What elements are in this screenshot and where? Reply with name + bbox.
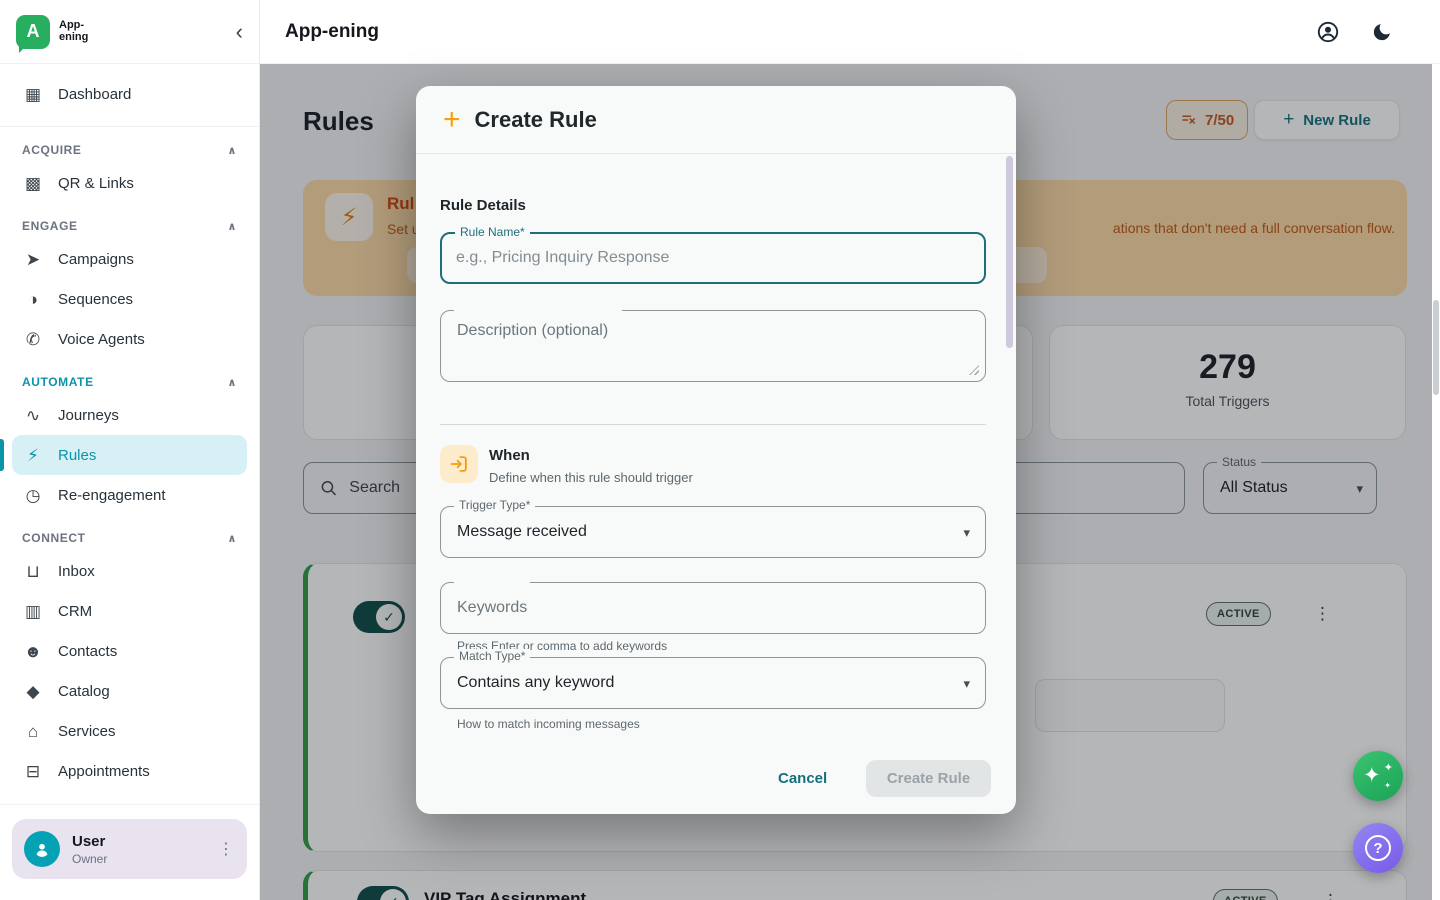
question-mark-icon: ? <box>1365 835 1391 861</box>
shopping-bag-icon: ◆ <box>22 683 44 700</box>
route-icon: ∿ <box>22 407 44 424</box>
enter-arrow-icon <box>448 453 470 475</box>
sparkle-icon: ✦ <box>1384 781 1391 790</box>
sparkle-icon: ✦ <box>1363 763 1381 788</box>
lightning-bolt-icon: ⚡ <box>22 447 44 464</box>
sidebar-item-contacts[interactable]: ☻ Contacts <box>12 631 247 671</box>
sidebar-item-campaigns[interactable]: ➤ Campaigns <box>12 239 247 279</box>
rule-name-input[interactable] <box>456 234 956 282</box>
chevron-down-icon: ▾ <box>963 676 970 692</box>
rule-details-heading: Rule Details <box>440 197 526 214</box>
app-logo-text: App- ening <box>59 20 88 43</box>
chevron-up-icon: ∧ <box>227 376 237 389</box>
account-circle-icon[interactable] <box>1316 20 1340 44</box>
page-app-title: App-ening <box>285 21 379 43</box>
sidebar-logo-row: A App- ening ‹ <box>0 0 259 64</box>
dashboard-icon: ▦ <box>22 86 44 103</box>
sidebar-item-inbox[interactable]: ⊔ Inbox <box>12 551 247 591</box>
sidebar-item-journeys[interactable]: ∿ Journeys <box>12 395 247 435</box>
description-field[interactable]: Description (optional) <box>440 310 986 382</box>
user-card[interactable]: User Owner ⋮ <box>12 819 247 879</box>
sidebar-section-engage[interactable]: ENGAGE ∧ <box>22 219 237 233</box>
sidebar-section-automate[interactable]: AUTOMATE ∧ <box>22 375 237 389</box>
dialog-header: + Create Rule <box>416 86 1016 154</box>
chevron-up-icon: ∧ <box>227 532 237 545</box>
sidebar-divider <box>0 126 259 127</box>
when-section-title: When <box>489 447 530 464</box>
help-fab[interactable]: ? <box>1353 823 1403 873</box>
sparkle-icon: ✦ <box>1384 761 1393 774</box>
kanban-icon: ▥ <box>22 603 44 620</box>
sidebar-section-connect[interactable]: CONNECT ∧ <box>22 531 237 545</box>
dialog-scrollbar-thumb[interactable] <box>1006 156 1013 348</box>
dialog-title: Create Rule <box>475 107 597 133</box>
rule-name-field[interactable]: Rule Name* <box>440 232 986 284</box>
inbox-icon: ⊔ <box>22 563 44 580</box>
user-avatar <box>24 831 60 867</box>
app-logo-icon[interactable]: A <box>16 15 50 49</box>
match-type-select[interactable]: Match Type* Contains any keyword ▾ <box>440 657 986 709</box>
plus-icon: + <box>443 105 461 135</box>
sidebar-item-catalog[interactable]: ◆ Catalog <box>12 671 247 711</box>
sequence-icon: ◑ <box>22 291 44 308</box>
user-name: User <box>72 833 107 850</box>
sidebar-item-services[interactable]: ⌂ Services <box>12 711 247 751</box>
top-header: App-ening <box>260 0 1440 64</box>
keywords-label: Keywords <box>457 599 527 617</box>
keywords-field[interactable]: Keywords <box>440 582 986 634</box>
cancel-button[interactable]: Cancel <box>762 762 843 795</box>
section-divider <box>440 424 986 425</box>
chevron-down-icon: ▾ <box>963 525 970 541</box>
chevron-up-icon: ∧ <box>227 144 237 157</box>
create-rule-dialog: + Create Rule Rule Details Rule Name* De… <box>416 86 1016 814</box>
user-menu-dots-icon[interactable]: ⋮ <box>218 839 235 859</box>
sidebar-item-dashboard[interactable]: ▦ Dashboard <box>12 74 247 114</box>
chevron-up-icon: ∧ <box>227 220 237 233</box>
trigger-type-label: Trigger Type* <box>454 498 535 514</box>
trigger-section-icon <box>440 445 478 483</box>
description-label: Description (optional) <box>457 322 608 340</box>
calendar-icon: ⊟ <box>22 763 44 780</box>
ai-assistant-fab[interactable]: ✦ ✦ ✦ <box>1353 751 1403 801</box>
match-type-helper-text: How to match incoming messages <box>457 717 640 731</box>
sidebar-item-label: Dashboard <box>58 86 131 103</box>
sidebar-collapse-icon[interactable]: ‹ <box>236 21 243 43</box>
trigger-type-select[interactable]: Trigger Type* Message received ▾ <box>440 506 986 558</box>
sidebar-footer: User Owner ⋮ <box>0 804 259 900</box>
phone-icon: ✆ <box>22 331 44 348</box>
sidebar-item-rules[interactable]: ⚡ Rules <box>12 435 247 475</box>
scrollbar-thumb[interactable] <box>1433 300 1439 395</box>
clock-icon: ◷ <box>22 487 44 504</box>
send-icon: ➤ <box>22 251 44 268</box>
storefront-icon: ⌂ <box>22 723 44 740</box>
sidebar-item-qr-links[interactable]: ▩ QR & Links <box>12 163 247 203</box>
user-meta: User Owner <box>72 833 107 866</box>
app-window: A App- ening ‹ ▦ Dashboard ACQUIRE ∧ ▩ Q… <box>0 0 1440 900</box>
sidebar-item-sequences[interactable]: ◑ Sequences <box>12 279 247 319</box>
qr-code-icon: ▩ <box>22 175 44 192</box>
dark-mode-moon-icon[interactable] <box>1370 20 1394 44</box>
sidebar-section-acquire[interactable]: ACQUIRE ∧ <box>22 143 237 157</box>
sidebar-item-appointments[interactable]: ⊟ Appointments <box>12 751 247 791</box>
people-icon: ☻ <box>22 643 44 660</box>
sidebar: A App- ening ‹ ▦ Dashboard ACQUIRE ∧ ▩ Q… <box>0 0 260 900</box>
resize-handle[interactable] <box>969 365 979 375</box>
page-scrollbar[interactable] <box>1432 64 1440 900</box>
match-type-label: Match Type* <box>454 649 530 665</box>
sidebar-item-crm[interactable]: ▥ CRM <box>12 591 247 631</box>
trigger-type-value: Message received <box>457 523 587 541</box>
person-icon <box>32 839 52 859</box>
sidebar-item-voice-agents[interactable]: ✆ Voice Agents <box>12 319 247 359</box>
match-type-value: Contains any keyword <box>457 674 614 692</box>
user-role: Owner <box>72 852 107 866</box>
when-section-subtitle: Define when this rule should trigger <box>489 470 693 485</box>
create-rule-submit-button[interactable]: Create Rule <box>866 760 991 797</box>
sidebar-nav: ▦ Dashboard ACQUIRE ∧ ▩ QR & Links ENGAG… <box>0 64 259 804</box>
sidebar-item-re-engagement[interactable]: ◷ Re-engagement <box>12 475 247 515</box>
